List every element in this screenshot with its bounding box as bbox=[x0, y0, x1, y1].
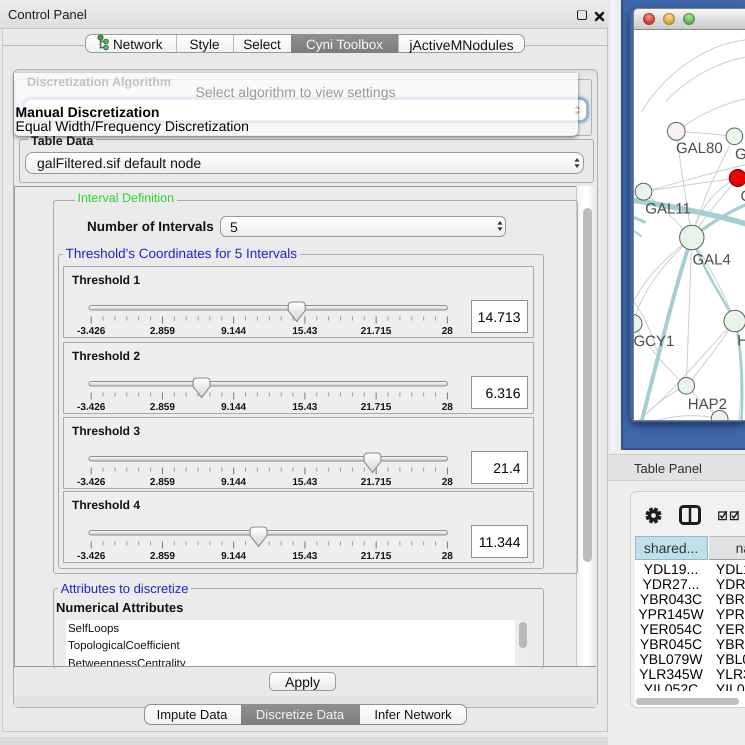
svg-text:GAL80: GAL80 bbox=[676, 139, 723, 156]
svg-text:H: H bbox=[737, 332, 745, 349]
svg-text:28: 28 bbox=[442, 551, 454, 562]
svg-text:2.859: 2.859 bbox=[150, 551, 175, 562]
svg-text:28: 28 bbox=[442, 326, 454, 337]
svg-text:-3.426: -3.426 bbox=[77, 551, 106, 562]
svg-text:28: 28 bbox=[442, 477, 454, 488]
svg-text:15.43: 15.43 bbox=[292, 326, 317, 337]
svg-text:15.43: 15.43 bbox=[292, 477, 317, 488]
svg-text:21.715: 21.715 bbox=[361, 326, 392, 337]
svg-text:2.859: 2.859 bbox=[150, 326, 175, 337]
svg-text:15.43: 15.43 bbox=[292, 551, 317, 562]
svg-text:15.43: 15.43 bbox=[292, 402, 317, 413]
svg-text:GAL11: GAL11 bbox=[645, 200, 691, 217]
svg-text:21.715: 21.715 bbox=[361, 551, 392, 562]
svg-text:28: 28 bbox=[442, 402, 454, 413]
svg-text:C: C bbox=[740, 188, 745, 205]
svg-text:21.715: 21.715 bbox=[361, 477, 392, 488]
svg-text:-3.426: -3.426 bbox=[77, 477, 106, 488]
svg-text:GA: GA bbox=[735, 146, 745, 163]
svg-text:2.859: 2.859 bbox=[150, 477, 175, 488]
svg-text:-3.426: -3.426 bbox=[77, 402, 106, 413]
svg-text:2.859: 2.859 bbox=[150, 402, 175, 413]
svg-text:GCY1: GCY1 bbox=[634, 333, 674, 350]
svg-text:9.144: 9.144 bbox=[221, 326, 246, 337]
svg-text:9.144: 9.144 bbox=[221, 477, 246, 488]
svg-text:GAL4: GAL4 bbox=[692, 251, 730, 268]
svg-text:-3.426: -3.426 bbox=[77, 326, 106, 337]
svg-text:9.144: 9.144 bbox=[221, 402, 246, 413]
svg-text:21.715: 21.715 bbox=[361, 402, 392, 413]
svg-text:HAP2: HAP2 bbox=[687, 396, 726, 413]
svg-text:9.144: 9.144 bbox=[221, 551, 246, 562]
